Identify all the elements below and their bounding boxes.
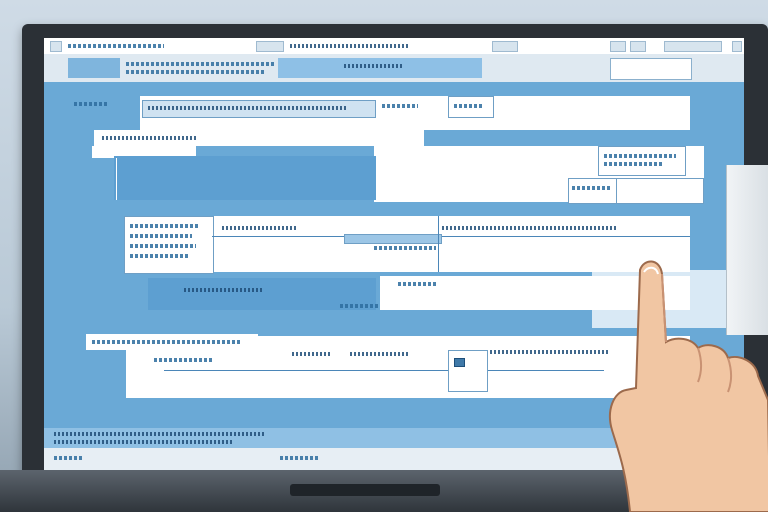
- illegible-text: [222, 226, 296, 230]
- divider: [438, 216, 439, 272]
- hand-shape: [608, 260, 768, 512]
- photo-scene: [0, 0, 768, 512]
- pointing-hand-icon: [608, 260, 768, 512]
- illegible-text: [382, 104, 418, 108]
- screen-subbar: [44, 54, 744, 82]
- illegible-text: [148, 106, 348, 110]
- illegible-text: [290, 44, 410, 48]
- illegible-text: [184, 288, 264, 292]
- illegible-text: [604, 154, 676, 158]
- illegible-text: [442, 226, 618, 230]
- illegible-text: [340, 304, 380, 308]
- subbar-blue-block: [68, 58, 120, 78]
- small-box: [568, 178, 618, 204]
- illegible-text: [350, 352, 410, 356]
- illegible-text: [490, 350, 610, 354]
- illegible-text: [398, 282, 436, 286]
- illegible-text: [604, 162, 664, 166]
- illegible-text: [130, 254, 188, 258]
- illegible-text: [74, 102, 108, 106]
- illegible-text: [374, 246, 436, 250]
- illegible-text: [292, 352, 332, 356]
- toolbar-block: [256, 41, 284, 52]
- monitor-stand-lip: [290, 484, 440, 496]
- toolbar-block: [664, 41, 722, 52]
- illegible-text: [126, 62, 276, 66]
- screen-topbar: [44, 38, 744, 55]
- illegible-text: [54, 440, 234, 444]
- illegible-text: [92, 340, 242, 344]
- illegible-text: [68, 44, 164, 48]
- illegible-text: [454, 104, 484, 108]
- small-box: [616, 178, 704, 204]
- grid-icon: [454, 358, 465, 367]
- illegible-text: [54, 432, 264, 436]
- toolbar-block: [630, 41, 646, 52]
- footer-band: [44, 428, 644, 448]
- illegible-text: [130, 244, 196, 248]
- illegible-text: [130, 224, 200, 228]
- toolbar-block: [492, 41, 518, 52]
- highlight-bar: [344, 234, 442, 244]
- illegible-text: [154, 358, 214, 362]
- small-box: [598, 146, 686, 176]
- illegible-text: [54, 456, 84, 460]
- table-rule: [164, 370, 604, 371]
- illegible-text: [126, 70, 266, 74]
- illegible-text: [572, 186, 612, 190]
- subbar-blue-block: [278, 58, 482, 78]
- close-icon: [732, 41, 742, 52]
- illegible-text: [344, 64, 404, 68]
- illegible-text: [280, 456, 320, 460]
- divider: [116, 158, 117, 200]
- table-rule: [212, 236, 690, 237]
- illegible-text: [130, 234, 192, 238]
- app-icon: [50, 41, 62, 52]
- subbar-box: [610, 58, 692, 80]
- blue-section: [114, 156, 376, 200]
- small-box: [448, 350, 488, 392]
- illegible-text: [102, 136, 198, 140]
- toolbar-block: [610, 41, 626, 52]
